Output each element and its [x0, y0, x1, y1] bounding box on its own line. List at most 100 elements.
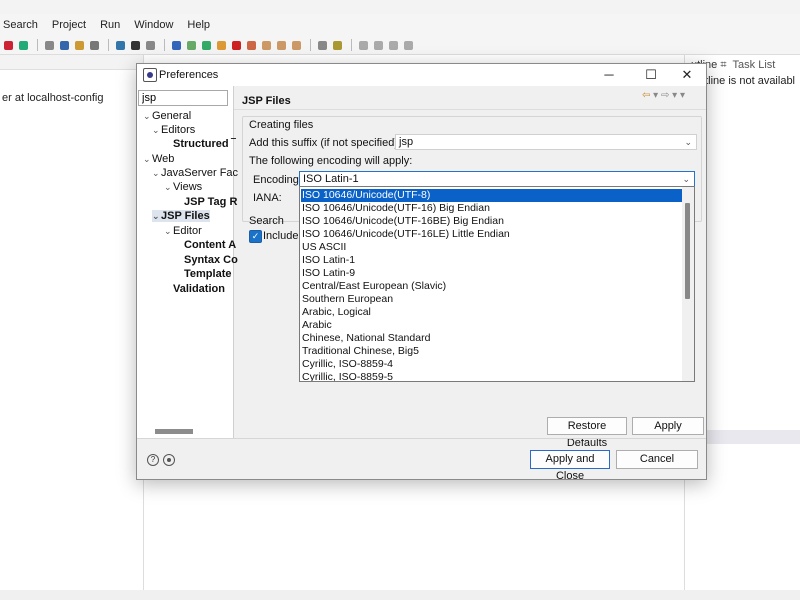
encoding-option[interactable]: Arabic, Logical — [301, 306, 683, 319]
menu-search[interactable]: Search — [3, 19, 38, 31]
cancel-button[interactable]: Cancel — [616, 450, 698, 469]
scrollbar-thumb[interactable] — [155, 429, 193, 434]
chevron-down-icon[interactable]: ⌄ — [682, 172, 690, 186]
encoding-dropdown-list[interactable]: ISO 10646/Unicode(UTF-8) ISO 10646/Unico… — [299, 186, 695, 382]
tree-item-validation[interactable]: Validation — [173, 283, 225, 295]
chevron-down-icon[interactable]: ⌄ — [164, 226, 173, 237]
server-icon[interactable] — [60, 40, 69, 50]
chevron-down-icon[interactable]: ⌄ — [143, 111, 152, 122]
terminate-icon[interactable] — [232, 40, 241, 50]
filter-input[interactable] — [138, 90, 228, 106]
tree-item-structured[interactable]: Structured ‾ — [173, 138, 235, 150]
tab-task-list[interactable]: Task List — [733, 59, 776, 71]
encoding-option[interactable]: Cyrillic, ISO-8859-4 — [301, 358, 683, 371]
tree-horizontal-scrollbar[interactable] — [143, 426, 227, 436]
encoding-option[interactable]: ISO 10646/Unicode(UTF-16BE) Big Endian — [301, 215, 683, 228]
dialog-titlebar[interactable]: Preferences ─ ☐ ✕ — [137, 64, 706, 86]
new-icon[interactable] — [45, 40, 54, 50]
tree-item-label: Validation — [173, 283, 225, 295]
encoding-option[interactable]: Traditional Chinese, Big5 — [301, 345, 683, 358]
back-arrow-icon[interactable]: ⇦ — [642, 90, 650, 101]
menu-help[interactable]: Help — [187, 19, 210, 31]
tree-item-templates[interactable]: Template — [184, 268, 231, 280]
encoding-option[interactable]: ISO Latin-9 — [301, 267, 683, 280]
preference-tree: ⌄General ⌄Editors Structured ‾ ⌄Web ⌄Jav… — [137, 86, 238, 438]
chevron-down-icon[interactable]: ⌄ — [152, 211, 161, 222]
globe-icon[interactable] — [116, 40, 125, 50]
menu-window[interactable]: Window — [134, 19, 173, 31]
disconnect-icon[interactable] — [247, 40, 256, 50]
back-icon[interactable] — [389, 40, 398, 50]
tree-item-general[interactable]: ⌄General — [143, 110, 191, 122]
encoding-option[interactable]: Central/East European (Slavic) — [301, 280, 683, 293]
encoding-option[interactable]: ISO 10646/Unicode(UTF-16LE) Little Endia… — [301, 228, 683, 241]
encoding-option[interactable]: Chinese, National Standard — [301, 332, 683, 345]
tree-item-web[interactable]: ⌄Web — [143, 153, 174, 165]
tools-icon[interactable] — [333, 40, 342, 50]
encoding-option[interactable]: Southern European — [301, 293, 683, 306]
tree-item-javaserver-faces[interactable]: ⌄JavaServer Fac — [152, 167, 238, 179]
apply-and-close-button[interactable]: Apply and Close — [530, 450, 610, 482]
chevron-down-icon[interactable]: ▾ — [672, 90, 677, 101]
scrollbar-thumb[interactable] — [685, 203, 690, 299]
chevron-down-icon[interactable]: ⌄ — [164, 182, 173, 193]
menu-project[interactable]: Project — [52, 19, 86, 31]
import-export-icon[interactable] — [163, 454, 175, 466]
menu-run[interactable]: Run — [100, 19, 120, 31]
toolbar-separator — [310, 39, 311, 51]
tree-item-label: General — [152, 110, 192, 122]
encoding-option[interactable]: Arabic — [301, 319, 683, 332]
tree-item-content-assist[interactable]: Content A — [184, 239, 236, 251]
tree-item-editors[interactable]: ⌄Editors — [152, 124, 195, 136]
encoding-option-utf8[interactable]: ISO 10646/Unicode(UTF-8) — [301, 189, 683, 202]
maximize-icon[interactable]: ☐ — [641, 66, 661, 84]
encoding-option[interactable]: Cyrillic, ISO-8859-5 — [301, 371, 683, 381]
resume-icon[interactable] — [187, 40, 196, 50]
debug-icon[interactable] — [4, 40, 13, 50]
gear-icon[interactable] — [131, 40, 140, 50]
annotation-icon[interactable] — [359, 40, 368, 50]
menu-icon[interactable]: ▾ — [680, 90, 685, 101]
iana-label: IANA: — [253, 192, 282, 204]
encoding-option[interactable]: US ASCII — [301, 241, 683, 254]
wrench-icon[interactable] — [90, 40, 99, 50]
tree-item-jsp-tag-registry[interactable]: JSP Tag R — [184, 196, 237, 208]
dropdown-scrollbar[interactable] — [682, 187, 694, 381]
tree-item-syntax-coloring[interactable]: Syntax Co — [184, 254, 238, 266]
toolbar-separator — [108, 39, 109, 51]
arrow-icon[interactable] — [146, 40, 155, 50]
play-icon[interactable] — [202, 40, 211, 50]
prev-annotation-icon[interactable] — [374, 40, 383, 50]
suspend-icon[interactable] — [217, 40, 226, 50]
folder-icon[interactable] — [75, 40, 84, 50]
chevron-down-icon[interactable]: ⌄ — [684, 135, 692, 149]
encoding-option[interactable]: ISO Latin-1 — [301, 254, 683, 267]
include-checkbox[interactable]: ✓ — [249, 230, 262, 243]
forward-icon[interactable] — [404, 40, 413, 50]
search-icon[interactable] — [318, 40, 327, 50]
server-entry[interactable]: er at localhost-config — [2, 92, 104, 104]
encoding-option[interactable]: ISO 10646/Unicode(UTF-16) Big Endian — [301, 202, 683, 215]
suffix-select[interactable]: jsp ⌄ — [395, 134, 697, 150]
chevron-down-icon[interactable]: ▾ — [653, 90, 658, 101]
tree-item-jsp-files[interactable]: ⌄JSP Files — [152, 210, 210, 222]
close-icon[interactable]: ✕ — [677, 66, 697, 84]
chevron-down-icon[interactable]: ⌄ — [152, 168, 161, 179]
step-into-icon[interactable] — [262, 40, 271, 50]
ide-menubar: Search Project Run Window Help — [0, 14, 800, 36]
help-icon[interactable]: ? — [147, 454, 159, 466]
step-return-icon[interactable] — [292, 40, 301, 50]
encoding-select[interactable]: ISO Latin-1 ⌄ — [299, 171, 695, 187]
minimize-icon[interactable]: ─ — [599, 66, 619, 84]
run-icon[interactable] — [19, 40, 28, 50]
forward-arrow-icon[interactable]: ⇨ — [661, 90, 669, 101]
apply-button[interactable]: Apply — [632, 417, 704, 435]
chevron-down-icon[interactable]: ⌄ — [152, 125, 161, 136]
tree-item-editor[interactable]: ⌄Editor — [164, 225, 202, 237]
step-over-icon[interactable] — [277, 40, 286, 50]
toolbar-separator — [37, 39, 38, 51]
tree-item-views[interactable]: ⌄Views — [164, 181, 202, 193]
restore-defaults-button[interactable]: Restore Defaults — [547, 417, 627, 449]
monitor-icon[interactable] — [172, 40, 181, 50]
chevron-down-icon[interactable]: ⌄ — [143, 154, 152, 165]
